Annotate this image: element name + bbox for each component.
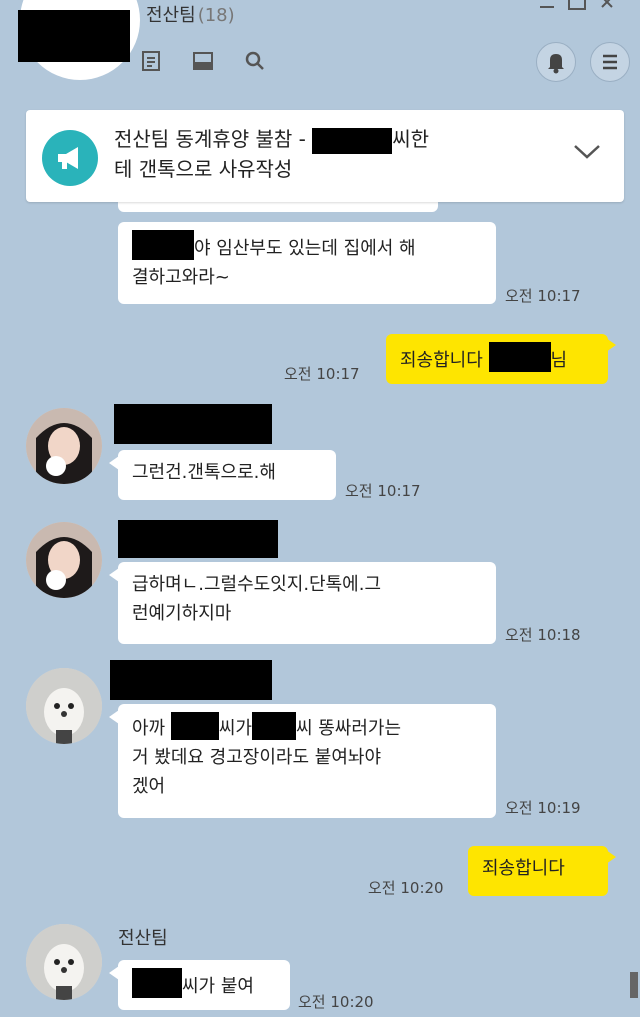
chat-bubble: 씨가 붙여 xyxy=(118,960,290,1010)
redacted-sender-name xyxy=(118,520,278,558)
message-time: 오전 10:20 xyxy=(298,993,374,1011)
message-text-line2: 런예기하지마 xyxy=(132,603,232,624)
redacted-block xyxy=(312,127,393,154)
note-icon[interactable] xyxy=(140,50,162,72)
chatroom-title: 전산팀 (18) xyxy=(146,1,235,27)
avatar[interactable] xyxy=(26,522,102,598)
menu-icon xyxy=(603,54,617,70)
avatar[interactable] xyxy=(26,924,102,1000)
redacted-block xyxy=(170,712,219,740)
message-text: 그런건.갠톡으로.해 xyxy=(132,462,276,483)
message-time: 오전 10:17 xyxy=(284,365,360,383)
avatar[interactable] xyxy=(26,668,102,744)
search-icon[interactable] xyxy=(244,50,266,72)
chatroom-name: 전산팀 xyxy=(146,5,196,26)
redacted-block xyxy=(488,342,551,372)
message-text-line1a: 아까 xyxy=(132,718,171,739)
bubble-tail xyxy=(606,850,616,864)
menu-button[interactable] xyxy=(590,42,630,82)
chat-bubble: 아까 씨가 씨 똥싸러가는 거 봤데요 경고장이라도 붙여놔야 겠어 xyxy=(118,704,496,818)
bell-icon xyxy=(548,54,564,74)
bubble-tail xyxy=(109,966,119,980)
notice-text: 전산팀 동계휴양 불참 - 씨한 테 갠톡으로 사유작성 xyxy=(114,124,554,184)
message-text-line1: 급하며ㄴ.그럴수도잇지.단톡에.그 xyxy=(132,574,382,595)
message-text: 죄송합니다 xyxy=(400,350,489,371)
message-text-line1c: 씨 똥싸러가는 xyxy=(295,718,402,739)
message-text: 죄송합니다 xyxy=(482,858,565,879)
chat-bubble: 급하며ㄴ.그럴수도잇지.단톡에.그 런예기하지마 xyxy=(118,562,496,644)
message-text-line2: 거 봤데요 경고장이라도 붙여놔야 xyxy=(132,747,382,768)
redacted-block xyxy=(18,10,130,62)
message-time: 오전 10:17 xyxy=(505,287,581,305)
redacted-sender-name xyxy=(110,660,272,700)
message-text: 씨가 붙여 xyxy=(182,976,254,997)
message-time: 오전 10:19 xyxy=(505,799,581,817)
message-text-line1: 야 임산부도 있는데 집에서 해 xyxy=(194,238,416,259)
my-chat-bubble: 죄송합니다 님 xyxy=(386,334,608,384)
redacted-block xyxy=(251,712,296,740)
minimize-icon[interactable] xyxy=(540,0,554,8)
bubble-tail xyxy=(109,456,119,470)
my-chat-bubble: 죄송합니다 xyxy=(468,846,608,896)
notification-button[interactable] xyxy=(536,42,576,82)
maximize-icon[interactable] xyxy=(568,0,586,10)
bubble-tail xyxy=(109,568,119,582)
scrollbar-thumb[interactable] xyxy=(630,972,638,998)
sender-name: 전산팀 xyxy=(118,928,168,949)
close-icon[interactable] xyxy=(600,0,614,8)
inbox-icon[interactable] xyxy=(192,50,214,72)
message-text-suffix: 님 xyxy=(550,350,568,371)
chevron-down-icon[interactable] xyxy=(572,142,602,166)
notice-banner[interactable]: 전산팀 동계휴양 불참 - 씨한 테 갠톡으로 사유작성 xyxy=(26,110,624,202)
notice-text-part2: 씨한 xyxy=(392,127,430,151)
message-text-line1b: 씨가 xyxy=(218,718,252,739)
avatar[interactable] xyxy=(26,408,102,484)
message-time: 오전 10:18 xyxy=(505,626,581,644)
member-count: (18) xyxy=(197,5,235,26)
chat-bubble: 그런건.갠톡으로.해 xyxy=(118,450,336,500)
redacted-block xyxy=(132,968,182,998)
megaphone-icon xyxy=(42,130,98,186)
message-time: 오전 10:20 xyxy=(368,879,444,897)
message-text-line3: 겠어 xyxy=(132,776,166,797)
redacted-block xyxy=(132,230,194,260)
bubble-tail xyxy=(606,338,616,352)
message-text-line2: 결하고와라~ xyxy=(132,267,230,288)
bubble-tail xyxy=(109,710,119,724)
chat-bubble: 야 임산부도 있는데 집에서 해 결하고와라~ xyxy=(118,222,496,304)
notice-text-part1: 전산팀 동계휴양 불참 - xyxy=(114,127,313,151)
notice-text-line2: 테 갠톡으로 사유작성 xyxy=(114,157,293,181)
message-time: 오전 10:17 xyxy=(345,482,421,500)
redacted-sender-name xyxy=(114,404,272,444)
